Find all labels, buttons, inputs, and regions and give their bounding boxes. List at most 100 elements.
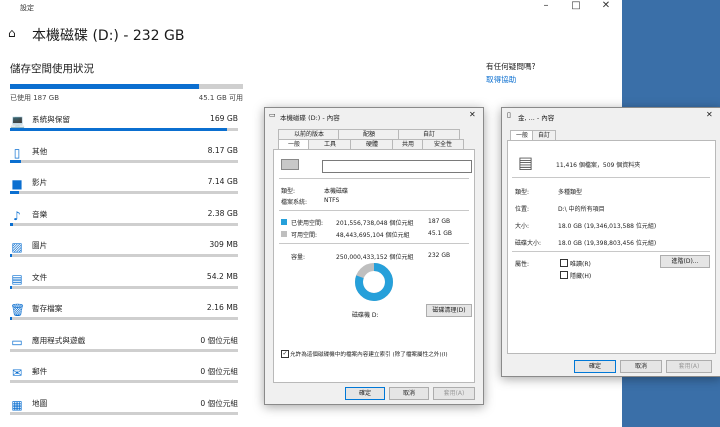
advanced-button[interactable]: 進階(D)... (660, 255, 710, 268)
music-icon: ♪ (13, 209, 21, 223)
readonly-checkbox[interactable] (560, 259, 568, 267)
free-swatch (281, 231, 287, 237)
page-title: 本機磁碟 (D:) - 232 GB (32, 28, 185, 44)
category-label[interactable]: 文件 (32, 272, 47, 283)
free-space-gb: 45.1 GB (428, 230, 453, 237)
category-label[interactable]: 圖片 (32, 240, 47, 251)
divider (512, 177, 710, 178)
category-bar-fill (10, 191, 19, 194)
cancel-button[interactable]: 取消 (620, 360, 662, 373)
filesystem-value: NTFS (324, 197, 340, 204)
type-value: 本機磁碟 (324, 188, 349, 195)
free-label: 45.1 GB 可用 (198, 94, 243, 102)
apply-button[interactable]: 套用(A) (433, 387, 475, 400)
tab-hardware[interactable]: 硬體 (350, 139, 394, 149)
category-bar (10, 317, 238, 320)
hidden-label: 隱藏(H) (570, 273, 592, 280)
hidden-checkbox[interactable] (560, 271, 568, 279)
category-label[interactable]: 郵件 (32, 366, 47, 377)
location-value: D:\ 中的所有項目 (558, 206, 605, 213)
attributes-label: 屬性: (515, 261, 530, 268)
capacity-bytes: 250,000,433,152 個位元組 (336, 254, 414, 261)
category-label[interactable]: 地圖 (32, 398, 47, 409)
disk-size-label: 磁碟大小: (515, 240, 542, 247)
category-bar (10, 349, 238, 352)
usage-bar-fill (10, 84, 199, 89)
category-bar-fill (10, 317, 12, 320)
category-label[interactable]: 系統與保留 (32, 114, 70, 125)
get-help-link[interactable]: 取得協助 (486, 74, 516, 85)
drive-name-input[interactable] (322, 160, 472, 173)
disk-cleanup-button[interactable]: 磁碟清理(D) (426, 304, 472, 317)
document-icon: ▤ (11, 272, 23, 286)
free-space-bytes: 48,443,695,104 個位元組 (336, 232, 410, 239)
tab-tools[interactable]: 工具 (308, 139, 352, 149)
used-space-bytes: 201,556,738,048 個位元組 (336, 220, 414, 227)
category-label[interactable]: 應用程式與遊戲 (32, 335, 85, 346)
category-size: 0 個位元組 (200, 367, 238, 376)
video-icon: ■ (11, 177, 23, 191)
laptop-icon: 💻 (10, 114, 25, 128)
category-size: 8.17 GB (207, 146, 238, 155)
category-size: 0 個位元組 (200, 336, 238, 345)
ok-button[interactable]: 確定 (574, 360, 616, 373)
used-space-gb: 187 GB (428, 218, 451, 225)
type-value: 多種類型 (558, 189, 583, 196)
drive-small-icon: ▭ (269, 111, 276, 119)
apply-button[interactable]: 套用(A) (666, 360, 712, 373)
tab-previous-versions[interactable]: 以前的版本 (278, 129, 340, 139)
category-size: 2.16 MB (206, 303, 238, 312)
category-bar (10, 128, 238, 131)
minimize-button[interactable]: – (538, 0, 554, 11)
map-icon: ▦ (11, 398, 23, 412)
category-bar-fill (10, 128, 227, 131)
apps-icon: ▭ (11, 335, 23, 349)
category-bar-fill (10, 286, 12, 289)
category-bar-fill (10, 160, 21, 163)
size-label: 大小: (515, 223, 530, 230)
tab-general[interactable]: 一般 (278, 139, 310, 149)
maximize-button[interactable]: □ (568, 0, 584, 11)
window-title: 設定 (20, 4, 34, 12)
section-title: 儲存空間使用狀況 (10, 63, 94, 75)
category-bar (10, 412, 238, 415)
mail-icon: ✉ (11, 366, 23, 380)
tab-sharing[interactable]: 共用 (392, 139, 424, 149)
tab-general[interactable]: 一般 (510, 130, 534, 140)
disk-size-value: 18.0 GB (19,398,803,456 位元組) (558, 240, 657, 247)
category-size: 0 個位元組 (200, 399, 238, 408)
tab-customize[interactable]: 自訂 (398, 129, 460, 139)
category-label[interactable]: 其他 (32, 146, 47, 157)
home-icon[interactable]: ⌂ (8, 26, 16, 40)
category-label[interactable]: 暫存檔案 (32, 303, 62, 314)
divider (279, 243, 469, 244)
category-size: 7.14 GB (207, 177, 238, 186)
tab-security[interactable]: 安全性 (422, 139, 464, 149)
close-button[interactable]: ✕ (598, 0, 614, 11)
used-label: 已使用 187 GB (10, 94, 60, 102)
category-size: 169 GB (209, 114, 238, 123)
category-bar-fill (10, 223, 13, 226)
category-bar (10, 286, 238, 289)
picture-icon: ▨ (11, 240, 23, 254)
dialog-close-button[interactable]: ✕ (706, 110, 713, 119)
items-properties-dialog: ▯ 金, ... - 內容 ✕ 一般 自訂 ▤ 11,416 個檔案，509 個… (501, 107, 720, 377)
disk-usage-donut (355, 263, 393, 301)
category-bar (10, 160, 238, 163)
dialog-title: 金, ... - 內容 (518, 114, 555, 122)
category-label[interactable]: 影片 (32, 177, 47, 188)
category-bar (10, 223, 238, 226)
tab-customize[interactable]: 自訂 (532, 130, 556, 140)
dialog-title: 本機磁碟 (D:) - 內容 (280, 114, 340, 122)
cancel-button[interactable]: 取消 (389, 387, 429, 400)
tab-quota[interactable]: 配額 (338, 129, 400, 139)
index-checkbox[interactable]: ✓ (281, 350, 289, 358)
dialog-close-button[interactable]: ✕ (469, 110, 476, 119)
category-label[interactable]: 音樂 (32, 209, 47, 220)
general-panel: 類型: 本機磁碟 檔案系統: NTFS 已使用空間: 201,556,738,0… (273, 149, 475, 383)
ok-button[interactable]: 確定 (345, 387, 385, 400)
index-checkbox-label: 允許為這個磁碟機中的檔案內容建立索引 (除了檔案屬性之外)(I) (290, 352, 448, 358)
capacity-gb: 232 GB (428, 252, 451, 259)
divider (279, 178, 469, 179)
used-swatch (281, 219, 287, 225)
